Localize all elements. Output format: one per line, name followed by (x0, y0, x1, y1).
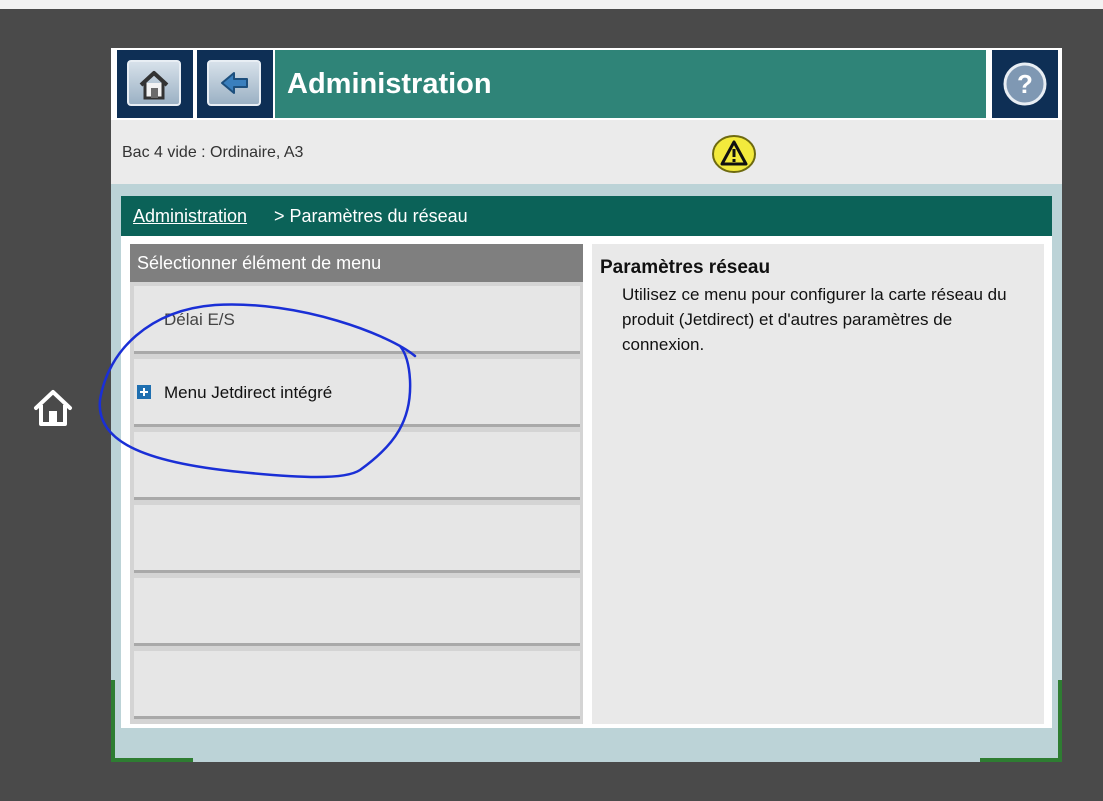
printer-screen: Administration ? Bac 4 vide : Ordinaire,… (111, 48, 1062, 762)
home-button[interactable] (117, 50, 193, 118)
home-icon (139, 71, 169, 100)
menu-item-empty (134, 578, 580, 646)
menu-item-empty (134, 505, 580, 573)
menu-item-delai-es[interactable]: Délai E/S (134, 286, 580, 354)
help-icon: ? (1003, 62, 1047, 106)
expand-plus-icon (137, 385, 151, 399)
menu-item-empty (134, 432, 580, 500)
breadcrumb: Administration > Paramètres du réseau (121, 196, 1052, 236)
bezel-home-icon[interactable] (32, 386, 74, 428)
breadcrumb-administration-link[interactable]: Administration (133, 206, 247, 227)
description-body: Utilisez ce menu pour configurer la cart… (622, 285, 1007, 354)
warning-icon[interactable] (711, 134, 757, 174)
status-message: Bac 4 vide : Ordinaire, A3 (122, 144, 304, 161)
menu-item-label: Délai E/S (164, 310, 235, 329)
description-panel: Paramètres réseau Utilisez ce menu pour … (592, 244, 1044, 724)
breadcrumb-current: > Paramètres du réseau (274, 206, 468, 226)
title-bar: Administration ? (111, 48, 1062, 120)
menu-list-header-label: Sélectionner élément de menu (137, 253, 382, 273)
content-panel: Administration > Paramètres du réseau Sé… (121, 196, 1052, 728)
help-button[interactable]: ? (992, 50, 1058, 118)
menu-item-jetdirect[interactable]: Menu Jetdirect intégré (134, 359, 580, 427)
status-bar: Bac 4 vide : Ordinaire, A3 (111, 120, 1062, 184)
back-button[interactable] (197, 50, 273, 118)
page-title: Administration (287, 68, 492, 100)
title-area: Administration (275, 50, 986, 118)
svg-text:?: ? (1017, 69, 1033, 99)
menu-list: Sélectionner élément de menu Délai E/S M… (130, 244, 583, 724)
menu-item-label: Menu Jetdirect intégré (164, 383, 333, 402)
menu-item-empty (134, 651, 580, 719)
back-arrow-icon (221, 72, 248, 94)
menu-list-header: Sélectionner élément de menu (130, 244, 583, 282)
description-title: Paramètres réseau (600, 257, 771, 278)
top-edge (0, 0, 1103, 9)
